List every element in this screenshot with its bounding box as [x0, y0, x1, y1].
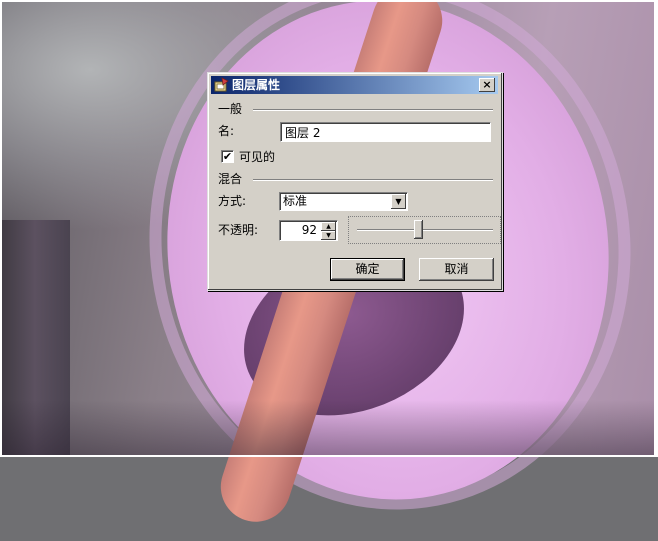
opacity-value: 92: [301, 223, 317, 237]
slider-track: [357, 229, 493, 231]
blend-mode-select[interactable]: 标准 ▼: [279, 192, 408, 211]
spin-down-icon[interactable]: ▼: [321, 231, 336, 240]
dialog-titlebar[interactable]: 图层属性 ×: [211, 76, 498, 94]
blend-mode-value: 标准: [283, 194, 308, 208]
close-button[interactable]: ×: [479, 78, 495, 92]
checkmark-icon: ✔: [222, 150, 233, 163]
blend-group-label: 混合: [218, 172, 243, 186]
visible-checkbox[interactable]: ✔: [221, 150, 234, 163]
general-group-label: 一般: [218, 102, 243, 116]
blend-group-divider: [253, 179, 493, 181]
cancel-button[interactable]: 取消: [419, 258, 494, 281]
opacity-spinner[interactable]: 92 ▲ ▼: [279, 220, 338, 241]
opacity-label: 不透明:: [218, 223, 259, 237]
layer-name-input[interactable]: [280, 122, 491, 142]
name-label: 名:: [218, 124, 235, 138]
close-icon: ×: [482, 78, 492, 91]
spin-up-icon[interactable]: ▲: [321, 222, 336, 231]
general-group-divider: [253, 109, 493, 111]
layer-properties-dialog: 图层属性 × 一般 名: ✔ 可见的 混合 方式: 标准 ▼ 不透明: 92 ▲…: [207, 72, 503, 291]
chevron-down-icon[interactable]: ▼: [391, 194, 406, 209]
ok-button[interactable]: 确定: [330, 258, 405, 281]
visible-label[interactable]: 可见的: [239, 150, 275, 164]
layer-properties-icon: [214, 77, 229, 92]
opacity-slider[interactable]: [348, 216, 501, 244]
slider-thumb[interactable]: [414, 220, 424, 239]
mode-label: 方式:: [218, 194, 247, 208]
dialog-title: 图层属性: [232, 78, 281, 92]
